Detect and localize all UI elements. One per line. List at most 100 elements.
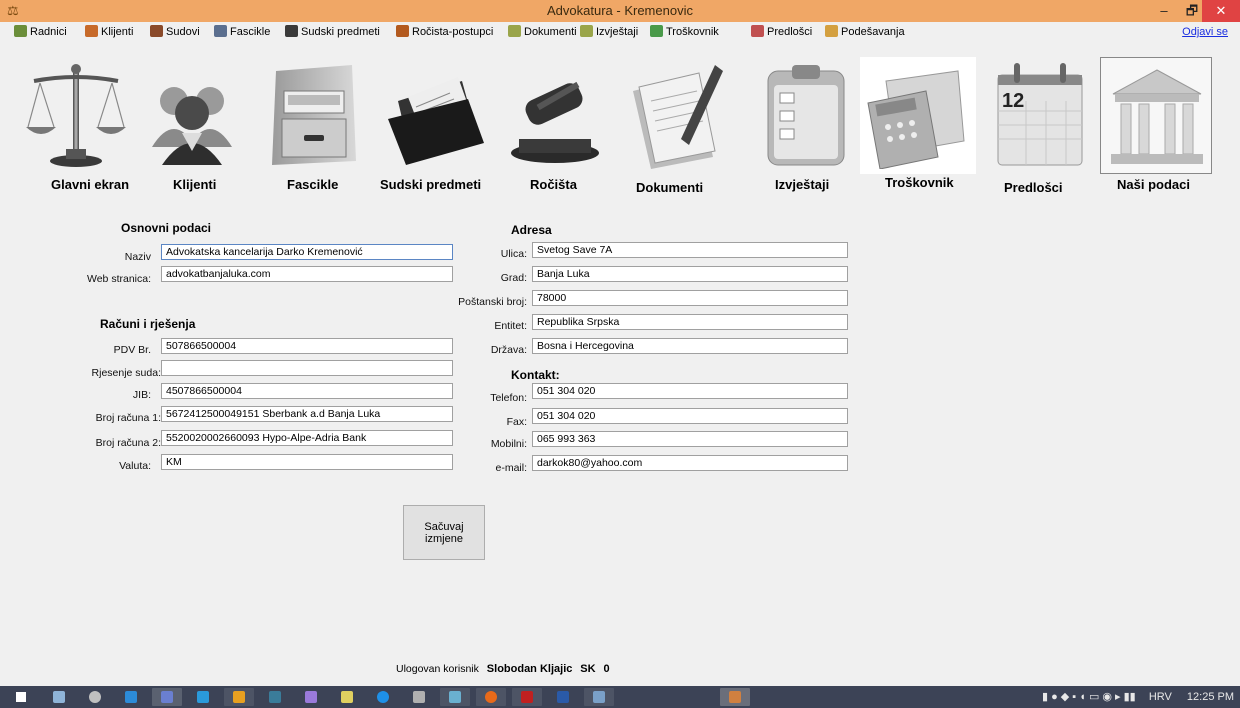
window-title: Advokatura - Kremenovic — [547, 3, 693, 18]
minimize-button[interactable]: – — [1150, 0, 1178, 22]
taskbar: ▮ ● ◆ ▪ ◖ ▭ ◉ ▸ ▮▮ HRV 12:25 PM — [0, 686, 1240, 708]
clock[interactable]: 12:25 PM — [1187, 691, 1234, 703]
taskbar-app-1[interactable] — [44, 688, 74, 706]
nav-fascikle[interactable] — [258, 57, 370, 174]
nav-label-fascikle: Fascikle — [287, 177, 339, 192]
status-bar: Ulogovan korisnik Slobodan Kljajic SK 0 — [396, 663, 610, 675]
ulica-field[interactable]: Svetog Save 7A — [532, 242, 848, 258]
clipboard-icon — [767, 65, 845, 166]
filing-cabinet-icon — [272, 65, 356, 165]
section-contact-title: Kontakt: — [511, 368, 560, 382]
nav-troskovnik[interactable] — [860, 57, 976, 174]
calendar-day: 12 — [1002, 90, 1024, 112]
nav-izvjestaji[interactable] — [750, 57, 862, 174]
taskbar-app-16[interactable] — [584, 688, 614, 706]
menu-item-predlosci[interactable]: Predlošci — [751, 25, 812, 38]
taskbar-app-2[interactable] — [80, 688, 110, 706]
calendar-icon: 12 — [997, 63, 1083, 166]
documents-icon — [633, 65, 723, 169]
grad-field[interactable]: Banja Luka — [532, 266, 848, 282]
taskbar-app-15[interactable] — [548, 688, 578, 706]
settings-menu-icon — [825, 25, 838, 37]
system-tray: ▮ ● ◆ ▪ ◖ ▭ ◉ ▸ ▮▮ HRV 12:25 PM — [1042, 690, 1234, 703]
taskbar-app-3[interactable] — [116, 688, 146, 706]
logout-link[interactable]: Odjavi se — [1182, 26, 1228, 38]
naziv-field[interactable]: Advokatska kancelarija Darko Kremenović — [161, 244, 453, 260]
web-field[interactable]: advokatbanjaluka.com — [161, 266, 453, 282]
templates-menu-icon — [751, 25, 764, 37]
taskbar-app-12[interactable] — [440, 688, 470, 706]
language-indicator[interactable]: HRV — [1149, 691, 1172, 703]
taskbar-app-11[interactable] — [404, 688, 434, 706]
postanski-field[interactable]: 78000 — [532, 290, 848, 306]
menu-item-podesavanja[interactable]: Podešavanja — [825, 25, 905, 38]
rjesenje-field[interactable] — [161, 360, 453, 376]
taskbar-app-6[interactable] — [224, 688, 254, 706]
racun2-field[interactable]: 5520020002660093 Hypo-Alpe-Adria Bank — [161, 430, 453, 446]
nav-glavni-ekran[interactable] — [20, 57, 132, 174]
taskbar-app-14[interactable] — [512, 688, 542, 706]
nav-nasi-podaci[interactable] — [1100, 57, 1212, 174]
costs-menu-icon — [650, 25, 663, 37]
racun1-label: Broj računa 1: — [95, 412, 161, 424]
scales-icon — [26, 64, 126, 167]
nav-label-rocista: Ročišta — [530, 177, 577, 192]
nav-klijenti[interactable] — [136, 57, 248, 174]
nav-predlosci[interactable]: 12 — [984, 57, 1096, 174]
main-panel: 12 Glavni ekran Klijenti Fascikle Sudski… — [0, 42, 1240, 686]
title-bar: ⚖ Advokatura - Kremenovic – 🗗 ✕ — [0, 0, 1240, 22]
taskbar-app-8[interactable] — [296, 688, 326, 706]
valuta-field[interactable]: KM — [161, 454, 453, 470]
taskbar-app-7[interactable] — [260, 688, 290, 706]
taskbar-app-5[interactable] — [188, 688, 218, 706]
menu-item-radnici[interactable]: Radnici — [14, 25, 67, 38]
documents-menu-icon — [508, 25, 521, 37]
menu-item-dokumenti[interactable]: Dokumenti — [508, 25, 577, 38]
taskbar-app-10[interactable] — [368, 688, 398, 706]
courts-icon — [150, 25, 163, 37]
menu-item-sudski-predmeti[interactable]: Sudski predmeti — [285, 25, 380, 38]
entitet-field[interactable]: Republika Srpska — [532, 314, 848, 330]
menu-item-troskovnik[interactable]: Troškovnik — [650, 25, 719, 38]
section-accounts-title: Računi i rješenja — [100, 317, 196, 331]
pdv-field[interactable]: 507866500004 — [161, 338, 453, 354]
fax-field[interactable]: 051 304 020 — [532, 408, 848, 424]
taskbar-app-13[interactable] — [476, 688, 506, 706]
mobilni-label: Mobilni: — [490, 438, 527, 450]
taskbar-app-4[interactable] — [152, 688, 182, 706]
save-button[interactable]: Sačuvaj izmjene — [403, 505, 485, 560]
close-button[interactable]: ✕ — [1202, 0, 1240, 22]
web-label: Web stranica: — [87, 273, 151, 285]
nav-dokumenti[interactable] — [623, 57, 735, 174]
menu-item-klijenti[interactable]: Klijenti — [85, 25, 133, 38]
taskbar-app-active[interactable] — [720, 688, 750, 706]
tray-icons[interactable]: ▮ ● ◆ ▪ ◖ ▭ ◉ ▸ ▮▮ — [1042, 691, 1136, 703]
drzava-field[interactable]: Bosna i Hercegovina — [532, 338, 848, 354]
nav-sudski-predmeti[interactable] — [382, 57, 494, 174]
menu-item-fascikle[interactable]: Fascikle — [214, 25, 270, 38]
menu-item-izvjestaji[interactable]: Izvještaji — [580, 25, 638, 38]
section-address-title: Adresa — [511, 223, 552, 237]
email-field[interactable]: darkok80@yahoo.com — [532, 455, 848, 471]
menu-item-sudovi[interactable]: Sudovi — [150, 25, 200, 38]
taskbar-app-9[interactable] — [332, 688, 362, 706]
nav-label-predlosci: Predlošci — [1004, 180, 1063, 195]
nav-label-izvjestaji: Izvještaji — [775, 177, 830, 192]
status-user-code: SK — [580, 663, 596, 675]
racun1-field[interactable]: 5672412500049151 Sberbank a.d Banja Luka — [161, 406, 453, 422]
reports-menu-icon — [580, 25, 593, 37]
nav-rocista[interactable] — [499, 57, 611, 174]
menu-item-rocista[interactable]: Ročista-postupci — [396, 25, 493, 38]
nav-label-sudski-predmeti: Sudski predmeti — [380, 177, 482, 192]
nav-label-klijenti: Klijenti — [173, 177, 217, 192]
postanski-label: Poštanski broj: — [458, 296, 527, 308]
jib-field[interactable]: 4507866500004 — [161, 383, 453, 399]
nav-label-troskovnik: Troškovnik — [885, 175, 954, 190]
start-button[interactable] — [6, 688, 36, 706]
telefon-label: Telefon: — [490, 392, 527, 404]
folder-icon — [388, 77, 484, 165]
courthouse-icon — [1111, 69, 1203, 164]
mobilni-field[interactable]: 065 993 363 — [532, 431, 848, 447]
telefon-field[interactable]: 051 304 020 — [532, 383, 848, 399]
gavel-icon — [511, 81, 599, 163]
